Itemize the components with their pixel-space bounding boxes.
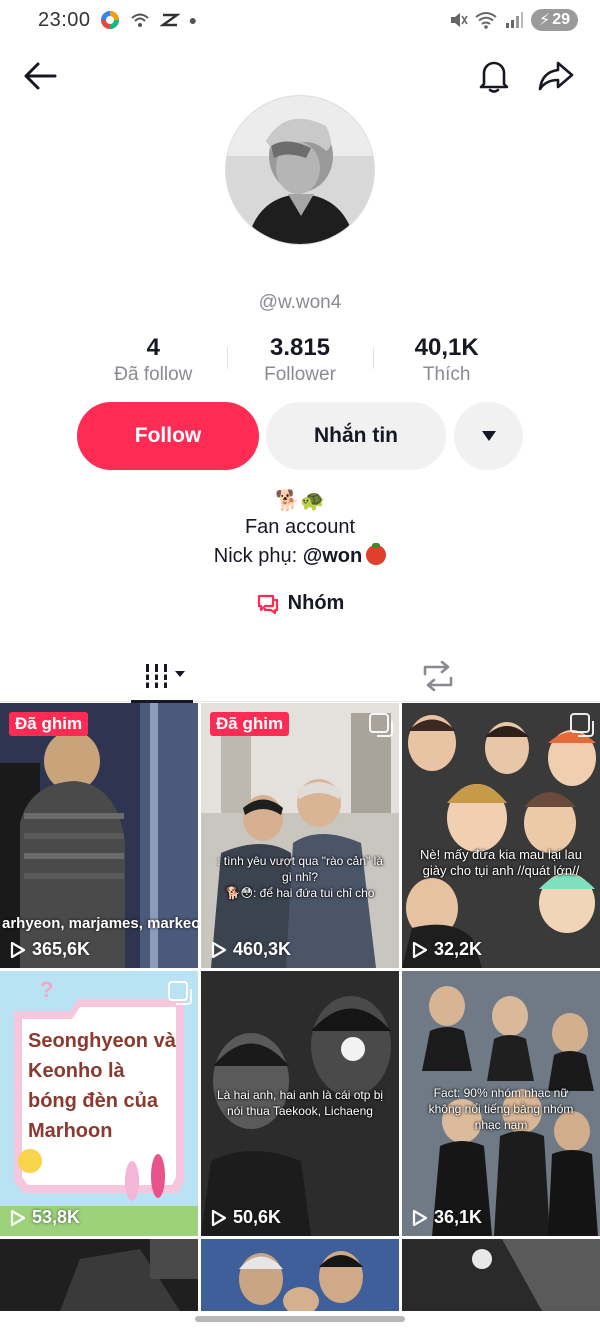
avatar[interactable] (225, 95, 375, 245)
pinned-badge: Đã ghim (9, 712, 89, 736)
bell-icon (479, 61, 509, 93)
video-thumbnail-image (402, 1239, 600, 1311)
play-icon (10, 1209, 26, 1226)
repost-icon (423, 661, 453, 691)
play-icon (10, 941, 26, 958)
following-stat[interactable]: 4 Đã follow (80, 333, 227, 389)
video-caption: Là hai anh, hai anh là cái otp bị nói th… (216, 1088, 384, 1118)
photo-carousel-icon (570, 713, 594, 737)
bio-line-2: Nick phụ: @won (0, 543, 600, 568)
tab-reposts[interactable] (398, 650, 478, 702)
play-icon (211, 1209, 227, 1226)
videos-grid-icon (146, 664, 185, 688)
video-thumbnail[interactable]: ? Seonghyeon và Keonho là bóng đèn của M… (0, 971, 198, 1236)
video-thumbnail[interactable] (0, 1239, 198, 1311)
photo-carousel-icon (168, 981, 192, 1005)
arrow-left-icon (24, 62, 57, 90)
video-thumbnail[interactable] (201, 1239, 399, 1311)
view-count-value: 36,1K (434, 1207, 483, 1227)
video-caption: arhyeon, marjames, markeo (2, 915, 198, 932)
view-count: 53,8K (10, 1207, 80, 1228)
video-thumbnail-image (201, 1239, 399, 1311)
followers-stat[interactable]: 3.815 Follower (226, 333, 374, 389)
home-indicator[interactable] (195, 1316, 405, 1322)
followers-count: 3.815 (269, 334, 331, 361)
wifi-call-icon (129, 9, 151, 31)
tab-videos[interactable] (128, 650, 208, 703)
profile-stats: 4 Đã follow 3.815 Follower 40,1K Thích (80, 333, 520, 389)
video-thumbnail[interactable]: Đã ghim arhyeon, marjames, markeo 365,6K (0, 703, 198, 968)
likes-stat[interactable]: 40,1K Thích (373, 333, 520, 389)
battery-level: 29 (552, 11, 570, 28)
video-thumbnail[interactable]: Fact: 90% nhóm nhạc nữ không nổi tiếng b… (402, 971, 600, 1236)
bio-prefix: Nick phụ: (213, 545, 303, 567)
share-button[interactable] (532, 52, 580, 100)
video-caption: Nè! mấy đứa kia mau lại lau giày cho tụi… (420, 847, 582, 878)
video-thumbnail[interactable]: Là hai anh, hai anh là cái otp bị nói th… (201, 971, 399, 1236)
dot-icon: ● (188, 12, 198, 28)
tomato-icon (366, 543, 387, 565)
profile-actions: Follow Nhắn tin (77, 402, 523, 470)
video-thumbnail-image (0, 1239, 198, 1311)
bio-emoji: 🐕🐢 (275, 490, 325, 512)
view-count: 460,3K (211, 939, 291, 960)
followers-label: Follower (264, 364, 336, 385)
view-count-value: 50,6K (233, 1207, 282, 1227)
video-thumbnail[interactable]: Đã ghim : tình yêu vượt qua "rào cản" là… (201, 703, 399, 968)
capcut-icon (159, 9, 181, 31)
view-count: 50,6K (211, 1207, 281, 1228)
secondary-account-link[interactable]: @won (303, 545, 363, 567)
back-button[interactable] (16, 52, 64, 100)
charging-icon: ⚡ (538, 12, 551, 29)
status-bar: 23:00 ● ⚡ 29 (0, 0, 600, 40)
view-count-value: 460,3K (233, 939, 292, 959)
more-options-button[interactable] (454, 402, 523, 470)
group-link[interactable]: Nhóm (0, 592, 600, 615)
video-thumbnail[interactable] (402, 1239, 600, 1311)
battery-indicator: ⚡ 29 (530, 9, 578, 31)
video-thumbnail[interactable]: Nè! mấy đứa kia mau lại lau giày cho tụi… (402, 703, 600, 968)
view-count: 32,2K (412, 939, 482, 960)
view-count: 36,1K (412, 1207, 482, 1228)
video-thumbnail-image (201, 703, 399, 968)
message-button[interactable]: Nhắn tin (266, 402, 446, 470)
caret-down-icon (481, 431, 496, 441)
share-arrow-icon (538, 61, 574, 91)
play-icon (412, 1209, 428, 1226)
view-count: 365,6K (10, 939, 90, 960)
app-color-icon (99, 9, 121, 31)
signal-icon (503, 9, 525, 31)
play-icon (211, 941, 227, 958)
following-label: Đã follow (114, 364, 193, 385)
video-caption-2: 🐕😳: để hai đứa tui chỉ cho (225, 886, 375, 900)
notification-button[interactable] (470, 52, 518, 100)
play-icon (412, 941, 428, 958)
following-count: 4 (146, 334, 161, 361)
username: @w.won4 (258, 292, 342, 313)
photo-carousel-icon (369, 713, 393, 737)
video-thumbnail-image (402, 703, 600, 968)
pinned-badge: Đã ghim (210, 712, 290, 736)
chat-group-icon (257, 594, 278, 614)
group-label: Nhóm (287, 592, 345, 614)
bio-line-1: Fan account (244, 516, 356, 538)
status-time: 23:00 (38, 8, 91, 31)
video-caption: Seonghyeon và Keonho là bóng đèn của Mar… (28, 1030, 176, 1142)
video-caption: : tình yêu vượt qua "rào cản" là gì nhỉ? (217, 854, 383, 884)
mute-icon (447, 9, 469, 31)
svg-text:?: ? (40, 977, 53, 1002)
wifi-icon (475, 9, 497, 31)
status-left: 23:00 ● (38, 9, 197, 32)
likes-label: Thích (422, 364, 471, 385)
content-tabs (0, 650, 600, 703)
status-right: ⚡ 29 (447, 9, 578, 31)
video-caption: Fact: 90% nhóm nhạc nữ không nổi tiếng b… (428, 1086, 574, 1132)
follow-button[interactable]: Follow (77, 402, 259, 470)
view-count-value: 365,6K (32, 939, 91, 959)
view-count-value: 32,2K (434, 939, 483, 959)
view-count-value: 53,8K (32, 1207, 81, 1227)
likes-count: 40,1K (414, 334, 479, 361)
